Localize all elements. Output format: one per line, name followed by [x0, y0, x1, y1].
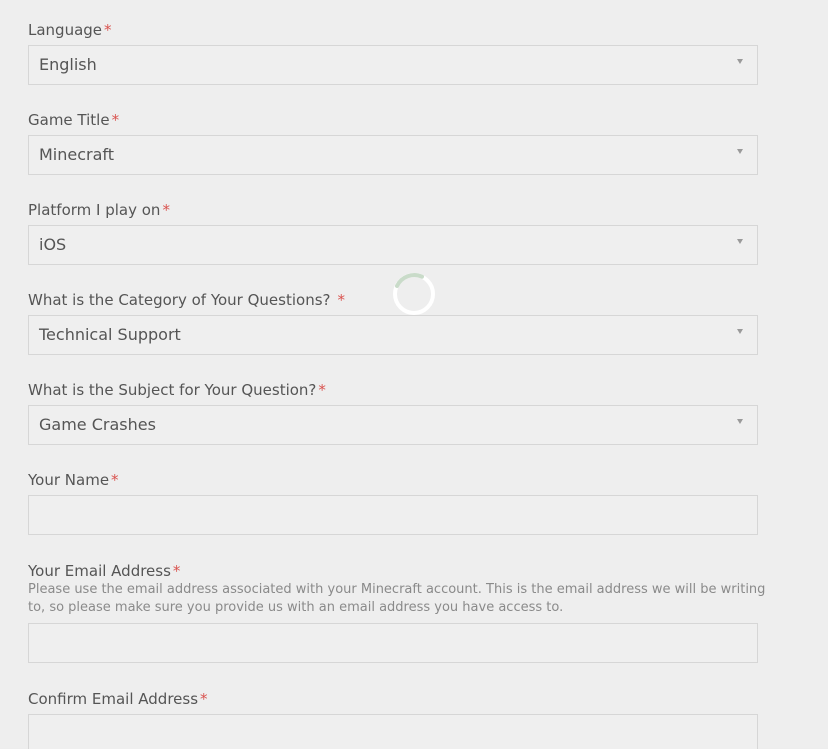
chevron-down-icon: [737, 239, 743, 244]
support-request-form: Language * English Game Title * Minecraft …: [0, 0, 828, 749]
subject-label: What is the Subject for Your Question? *: [28, 380, 326, 400]
email-help-text: Please use the email address associated …: [28, 582, 766, 615]
category-label-text: What is the Category of Your Questions?: [28, 291, 331, 309]
chevron-down-icon: [737, 419, 743, 424]
game-title-label-text: Game Title: [28, 111, 110, 129]
game-title-select[interactable]: Minecraft: [28, 135, 758, 175]
confirm-email-label-text: Confirm Email Address: [28, 690, 199, 708]
platform-label: Platform I play on *: [28, 200, 170, 220]
chevron-down-icon: [737, 329, 743, 334]
required-mark: *: [318, 381, 326, 399]
game-title-selected-value: Minecraft: [39, 145, 115, 164]
category-label: What is the Category of Your Questions? *: [28, 290, 345, 310]
platform-selected-value: iOS: [39, 235, 67, 254]
email-label: Your Email Address *: [28, 561, 180, 581]
subject-select[interactable]: Game Crashes: [28, 405, 758, 445]
loading-spinner-icon: [393, 273, 435, 315]
platform-select[interactable]: iOS: [28, 225, 758, 265]
language-label-text: Language: [28, 21, 103, 39]
required-mark: *: [172, 562, 181, 580]
required-mark: *: [104, 21, 112, 39]
required-mark: *: [162, 201, 170, 219]
language-label: Language *: [28, 20, 112, 40]
category-selected-value: Technical Support: [39, 325, 181, 344]
name-input[interactable]: [28, 495, 758, 535]
subject-label-text: What is the Subject for Your Question?: [28, 381, 317, 399]
confirm-email-field[interactable]: [28, 714, 758, 749]
name-label-text: Your Name: [28, 471, 110, 489]
required-mark: *: [200, 690, 208, 708]
name-label: Your Name *: [28, 470, 119, 490]
platform-label-text: Platform I play on: [28, 201, 161, 219]
category-select[interactable]: Technical Support: [28, 315, 758, 355]
required-mark: *: [111, 111, 120, 129]
required-mark: *: [111, 471, 119, 489]
subject-selected-value: Game Crashes: [39, 415, 156, 434]
required-mark: *: [337, 291, 345, 309]
email-field[interactable]: [28, 623, 758, 663]
email-label-text: Your Email Address: [28, 562, 171, 580]
chevron-down-icon: [737, 149, 743, 154]
language-select[interactable]: English: [28, 45, 758, 85]
confirm-email-label: Confirm Email Address *: [28, 689, 208, 709]
chevron-down-icon: [737, 59, 743, 64]
language-selected-value: English: [39, 55, 97, 74]
game-title-label: Game Title *: [28, 110, 119, 130]
